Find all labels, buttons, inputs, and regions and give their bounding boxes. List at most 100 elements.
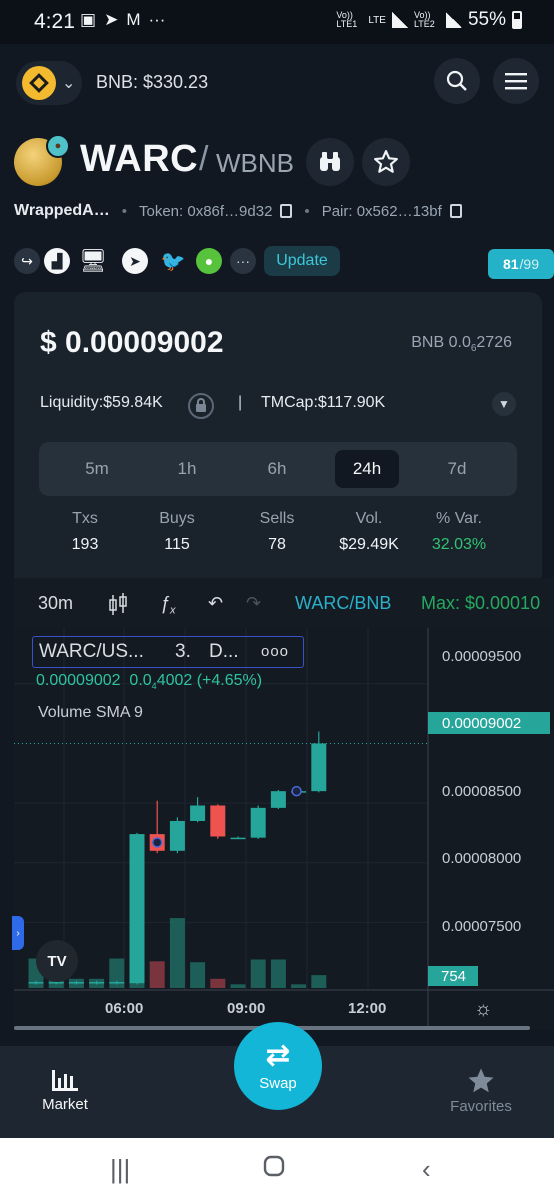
copy-token-icon[interactable]	[280, 204, 293, 218]
chart-stats-icon[interactable]: ▟	[44, 248, 70, 274]
hamburger-icon	[505, 73, 527, 90]
stat-volume: Vol. $29.49K	[339, 510, 399, 553]
price-usd: $ 0.00009002	[40, 326, 224, 359]
lock-icon[interactable]	[188, 393, 214, 419]
image-icon: ▣	[80, 10, 97, 29]
chart-legend[interactable]: WARC/US... 3. D... ooo	[32, 636, 304, 668]
token-full-name: WrappedA…	[14, 202, 110, 219]
tab-7d[interactable]: 7d	[425, 450, 489, 488]
stat-buys: Buys 115	[159, 510, 195, 553]
score-value: 81	[502, 256, 519, 272]
search-button[interactable]	[434, 58, 480, 104]
legend-symbol: WARC/US...	[39, 641, 144, 662]
max-price: Max: $0.00010	[421, 593, 541, 613]
back-icon[interactable]: ‹	[422, 1154, 431, 1185]
volume-bar	[291, 984, 307, 988]
update-button[interactable]: Update	[264, 246, 340, 276]
candle-body	[230, 837, 246, 840]
menu-button[interactable]	[493, 58, 539, 104]
candle-body	[68, 982, 84, 984]
nav-market[interactable]: Market	[20, 1066, 110, 1113]
star-icon	[468, 1068, 494, 1093]
chevron-down-icon[interactable]: ▼	[492, 392, 516, 416]
more-icon: ···	[148, 10, 166, 29]
x-label: 06:00	[105, 1000, 144, 1017]
system-icons: Vo)) LTE1 LTE Vo)) LTE2 55%	[336, 9, 522, 31]
candle-body	[210, 805, 226, 837]
battery-percent: 55%	[467, 9, 506, 30]
favorite-button[interactable]	[362, 138, 410, 186]
swap-label: Swap	[259, 1074, 297, 1092]
candle-body	[28, 982, 44, 984]
website-icon[interactable]: 🖥	[79, 248, 107, 274]
volume-bar	[250, 959, 266, 988]
undo-icon[interactable]: ↶	[208, 593, 223, 614]
tab-24h[interactable]: 24h	[335, 450, 399, 488]
volume-bar	[230, 984, 246, 988]
candle-body	[250, 807, 266, 838]
nav-favorites[interactable]: Favorites	[436, 1066, 526, 1115]
coingecko-icon[interactable]: ●	[196, 248, 222, 274]
separator: |	[238, 394, 243, 411]
lte-label: LTE	[368, 14, 386, 26]
recent-apps-icon[interactable]: |||	[110, 1154, 130, 1185]
telegram-icon[interactable]: ➤	[122, 248, 148, 274]
signal-icon	[391, 12, 408, 28]
x-label: 09:00	[227, 1000, 266, 1017]
battery-icon	[512, 11, 522, 29]
tab-5m[interactable]: 5m	[65, 450, 129, 488]
signal-icon-2	[445, 12, 462, 28]
interval-button[interactable]: 30m	[38, 593, 73, 614]
token-meta-row: WrappedA… • Token: 0x86f…9d32 • Pair: 0x…	[14, 200, 544, 222]
watch-button[interactable]	[306, 138, 354, 186]
trade-marker	[291, 785, 302, 797]
legend-resolution: 3.	[175, 641, 191, 662]
last-price-tag: 0.00009002	[428, 712, 550, 734]
chart-plot-area[interactable]: WARC/US... 3. D... ooo 0.00009002 0.0440…	[12, 628, 554, 1030]
share-icon[interactable]: ↪	[14, 248, 40, 274]
tab-1h[interactable]: 1h	[155, 450, 219, 488]
pair-slash: /	[199, 140, 209, 178]
candle-body	[48, 982, 64, 984]
volume-bar	[190, 962, 206, 988]
volume-tag: 754	[428, 966, 478, 986]
candle-type-icon[interactable]	[108, 593, 128, 622]
tab-6h[interactable]: 6h	[245, 450, 309, 488]
legend-exchange: D...	[209, 641, 239, 662]
y-label: 0.00009500	[442, 648, 522, 665]
tradingview-logo[interactable]: TV	[36, 940, 78, 982]
indicators-icon[interactable]: ƒx	[160, 593, 176, 617]
twitter-icon[interactable]: 🐦	[160, 248, 186, 274]
candle-body	[109, 982, 125, 984]
swap-button[interactable]: ⇄ Swap	[234, 1022, 322, 1110]
chart-toolbar: 30m ƒx ↶ ↷ WARC/BNB Max: $0.00010	[14, 578, 554, 628]
pair-address: Pair: 0x562…13bf	[321, 202, 442, 220]
volume-bar	[210, 978, 226, 988]
candle-body	[129, 834, 145, 984]
stat-txs: Txs 193	[71, 510, 99, 553]
x-label: 12:00	[348, 1000, 387, 1017]
home-icon[interactable]	[262, 1154, 286, 1185]
volume-bar	[149, 961, 165, 988]
candle-body	[311, 743, 327, 792]
volume-bar	[169, 918, 185, 988]
chain-selector[interactable]: ⌄	[16, 61, 82, 105]
candle-body	[270, 791, 286, 808]
token-logo: ●	[14, 134, 70, 186]
chart-pair-toggle[interactable]: WARC/BNB	[295, 593, 391, 614]
side-panel-toggle[interactable]: ›	[12, 916, 24, 950]
binoculars-icon	[320, 152, 340, 171]
gmail-icon: M	[126, 10, 141, 29]
legend-more-icon[interactable]: ooo	[261, 643, 289, 660]
token-score-badge[interactable]: 81/99	[488, 249, 554, 279]
more-links-icon[interactable]: ···	[230, 248, 256, 274]
pair-quote: WBNB	[216, 148, 294, 178]
bar-chart-icon	[52, 1070, 78, 1091]
bnb-price: BNB: $330.23	[96, 72, 209, 92]
notification-icons: ▣ ➤ M ···	[80, 10, 165, 30]
nav-favorites-label: Favorites	[450, 1098, 512, 1115]
y-label: 0.00008000	[442, 850, 522, 867]
chart-settings-icon[interactable]: ☼	[474, 998, 492, 1021]
top-bar: ⌄ BNB: $330.23	[0, 44, 554, 122]
copy-pair-icon[interactable]	[449, 204, 462, 218]
